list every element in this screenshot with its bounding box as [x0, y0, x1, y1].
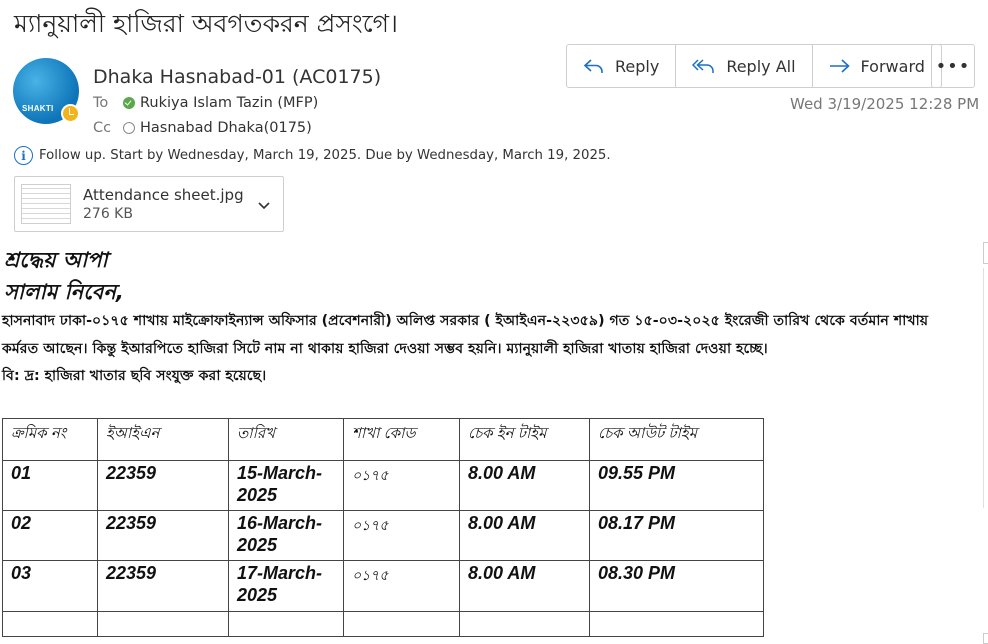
table-header-cell: ইআইএন	[97, 418, 229, 461]
table-cell: 03	[2, 560, 98, 612]
reply-all-icon	[692, 57, 716, 75]
table-header-cell: চেক আউট টাইম	[589, 418, 764, 461]
table-cell: 09.55 PM	[589, 459, 764, 512]
table-cell: 08.30 PM	[589, 560, 764, 612]
table-row: 01 22359 15-March-2025 ০১৭৫ 8.00 AM 09.5…	[2, 459, 764, 512]
greeting-line-1: শ্রদ্ধেয় আপা	[4, 248, 108, 272]
table-cell: 8.00 AM	[459, 459, 590, 512]
followup-banner: i Follow up. Start by Wednesday, March 1…	[14, 146, 611, 165]
reply-button[interactable]: Reply	[567, 45, 677, 87]
to-recipient-name[interactable]: Rukiya Islam Tazin (MFP)	[140, 95, 318, 111]
cc-label: Cc	[93, 120, 112, 136]
avatar-logo-text: SHAKTI	[22, 104, 54, 113]
table-cell: 08.17 PM	[589, 510, 764, 562]
attachment-card[interactable]: Attendance sheet.jpg 276 KB	[14, 176, 284, 232]
reply-label: Reply	[615, 56, 660, 76]
table-cell: 8.00 AM	[459, 560, 590, 612]
email-subject: ম্যানুয়ালী হাজিরা অবগতকরন প্রসংগে।	[14, 9, 398, 38]
forward-icon	[829, 57, 851, 75]
followup-text: Follow up. Start by Wednesday, March 19,…	[39, 148, 611, 163]
reply-actions-group: Reply Reply All Forward	[566, 44, 942, 88]
reply-all-button[interactable]: Reply All	[676, 45, 813, 87]
received-date: Wed 3/19/2025 12:28 PM	[790, 95, 980, 113]
table-header-cell: শাখা কোড	[343, 418, 460, 461]
scrollbar-arrow-down[interactable]	[983, 633, 988, 644]
attachment-size: 276 KB	[83, 206, 133, 222]
scrollbar-track[interactable]	[983, 268, 988, 508]
table-cell: 22359	[97, 560, 229, 612]
table-cell: ০১৭৫	[343, 510, 460, 562]
forward-button[interactable]: Forward	[813, 45, 941, 87]
forward-label: Forward	[860, 56, 925, 76]
cc-recipients: Cc Hasnabad Dhaka(0175)	[93, 120, 312, 136]
table-row-empty	[2, 610, 764, 637]
table-header-row: ক্রমিক নং ইআইএন তারিখ শাখা কোড চেক ইন টা…	[2, 418, 764, 461]
cc-recipient-name[interactable]: Hasnabad Dhaka(0175)	[140, 120, 312, 136]
attachment-thumbnail	[21, 184, 71, 224]
presence-away-icon	[61, 104, 80, 123]
info-icon: i	[14, 146, 33, 165]
presence-available-icon	[123, 97, 135, 109]
more-actions-button[interactable]: •••	[931, 44, 975, 88]
body-line-3: বি: দ্র: হাজিরা খাতার ছবি সংযুক্ত করা হয…	[2, 368, 267, 384]
reply-all-label: Reply All	[726, 56, 796, 76]
table-cell: 8.00 AM	[459, 510, 590, 562]
presence-offline-icon	[123, 122, 135, 134]
table-header-cell: চেক ইন টাইম	[459, 418, 590, 461]
scrollbar-arrow-up[interactable]	[983, 242, 988, 264]
table-cell: 22359	[97, 510, 229, 562]
table-cell: ০১৭৫	[343, 459, 460, 512]
body-line-2: কর্মরত আছেন। কিন্তু ইআরপিতে হাজিরা সিটে …	[2, 341, 768, 357]
attachment-name: Attendance sheet.jpg	[83, 186, 244, 204]
to-recipients: To Rukiya Islam Tazin (MFP)	[93, 95, 318, 111]
to-label: To	[93, 95, 109, 111]
table-row: 02 22359 16-March-2025 ০১৭৫ 8.00 AM 08.1…	[2, 510, 764, 562]
table-header-cell: তারিখ	[228, 418, 344, 461]
table-header-cell: ক্রমিক নং	[2, 418, 98, 461]
sender-avatar[interactable]: SHAKTI	[13, 58, 80, 124]
body-line-1: হাসনাবাদ ঢাকা-০১৭৫ শাখায় মাইক্রোফাইন্যা…	[2, 313, 929, 329]
table-cell: ০১৭৫	[343, 560, 460, 612]
sender-name[interactable]: Dhaka Hasnabad-01 (AC0175)	[93, 66, 381, 88]
table-cell: 16-March-2025	[228, 510, 344, 562]
table-cell: 17-March-2025	[228, 560, 344, 612]
greeting-line-2: সালাম নিবেন,	[4, 280, 124, 304]
reply-icon	[583, 57, 605, 75]
table-cell: 02	[2, 510, 98, 562]
table-cell: 22359	[97, 459, 229, 512]
attendance-table: ক্রমিক নং ইআইএন তারিখ শাখা কোড চেক ইন টা…	[2, 418, 764, 637]
table-row: 03 22359 17-March-2025 ০১৭৫ 8.00 AM 08.3…	[2, 560, 764, 612]
chevron-down-icon[interactable]	[257, 196, 271, 215]
table-cell: 01	[2, 459, 98, 512]
table-cell: 15-March-2025	[228, 459, 344, 512]
